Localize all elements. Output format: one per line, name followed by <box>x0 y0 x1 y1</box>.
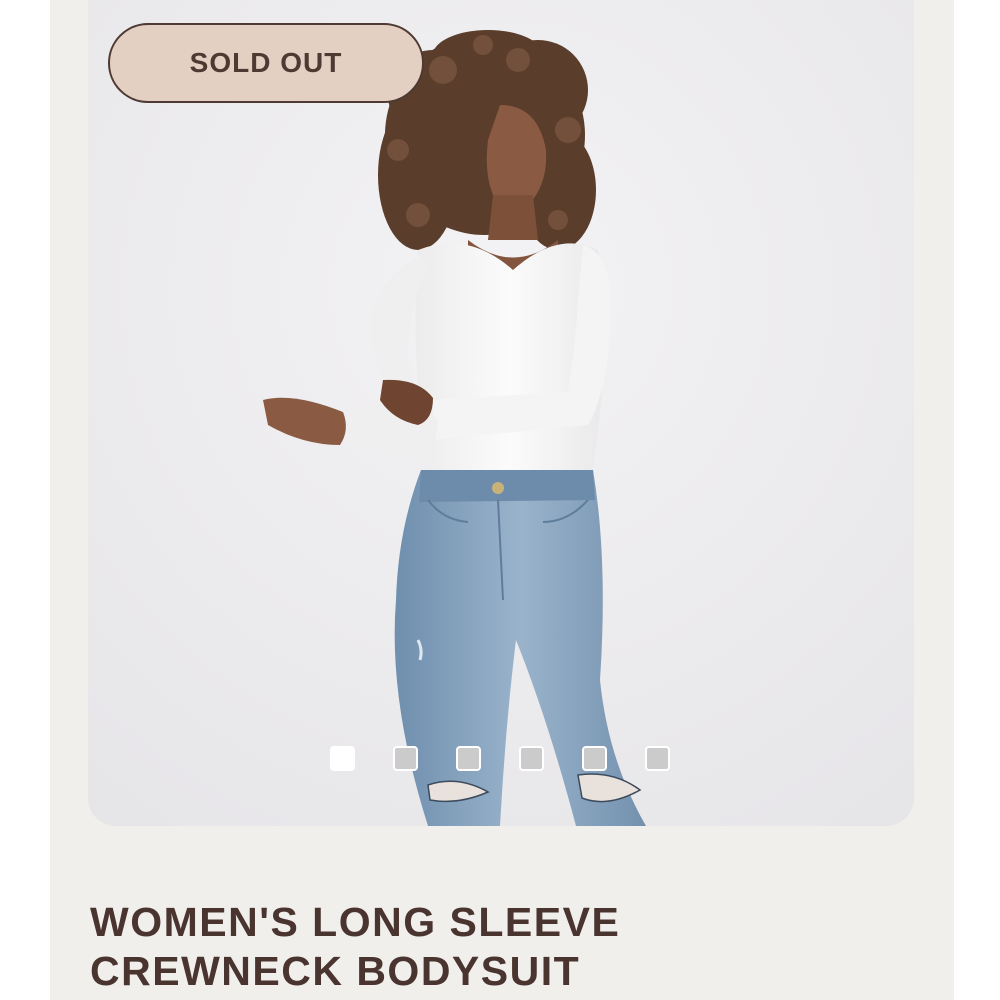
carousel-pagination <box>330 746 670 771</box>
sold-out-badge: SOLD OUT <box>108 23 424 103</box>
product-photo[interactable] <box>88 0 914 826</box>
carousel-dot-4[interactable] <box>519 746 544 771</box>
product-title: WOMEN'S LONG SLEEVE CREWNECK BODYSUIT <box>90 899 621 994</box>
product-image-carousel[interactable]: SOLD OUT <box>88 0 914 826</box>
sold-out-label: SOLD OUT <box>189 47 343 78</box>
carousel-dot-1[interactable] <box>330 746 355 771</box>
carousel-dot-6[interactable] <box>645 746 670 771</box>
carousel-dot-3[interactable] <box>456 746 481 771</box>
carousel-dot-2[interactable] <box>393 746 418 771</box>
carousel-dot-5[interactable] <box>582 746 607 771</box>
product-page: SOLD OUT WOMEN'S LONG SLEEVE CREWNECK BO… <box>50 0 954 1000</box>
